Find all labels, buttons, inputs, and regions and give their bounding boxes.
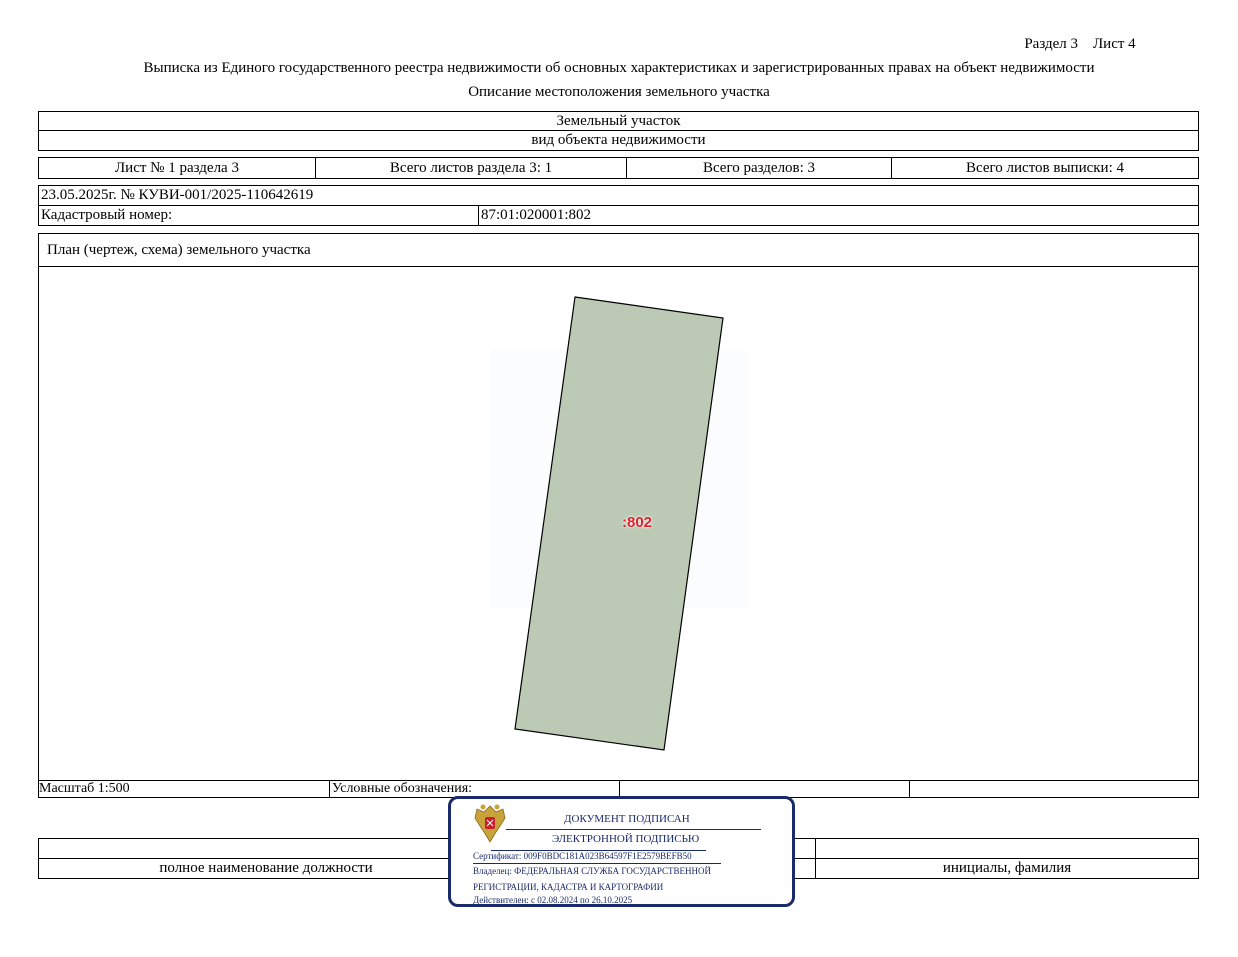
legend-cell-empty-1 (619, 781, 909, 797)
cadastral-row: Кадастровый номер: 87:01:020001:802 (38, 205, 1199, 226)
document-title: Выписка из Единого государственного реес… (143, 60, 1095, 76)
total-section-sheets: Всего листов раздела 3: 1 (315, 158, 626, 178)
total-sections: Всего разделов: 3 (626, 158, 891, 178)
document-subtitle: Описание местоположения земельного участ… (468, 84, 770, 100)
plan-frame: План (чертеж, схема) земельного участка (38, 233, 1199, 781)
record-number-row: 23.05.2025г. № КУВИ-001/2025-110642619 (38, 185, 1199, 206)
object-type-row: Земельный участок (38, 111, 1199, 131)
electronic-signature-stamp: ДОКУМЕНТ ПОДПИСАН ЭЛЕКТРОННОЙ ПОДПИСЬЮ С… (448, 796, 795, 907)
stamp-underline-1 (506, 829, 761, 830)
cadastral-label: Кадастровый номер: (41, 207, 173, 223)
stamp-underline-3 (473, 863, 721, 864)
name-caption: инициалы, фамилия (815, 859, 1198, 878)
section-sheet-label: Раздел 3 Лист 4 (1024, 36, 1136, 52)
stamp-certificate: Сертификат: 009F0BDC181A023B64597F1E2579… (473, 851, 692, 861)
signature-position-cell (39, 839, 449, 858)
object-type: Земельный участок (556, 112, 681, 129)
parcel-label: :802 (621, 514, 653, 531)
legend-label: Условные обозначения: (329, 781, 619, 797)
plan-heading: План (чертеж, схема) земельного участка (47, 242, 311, 258)
cadastral-value: 87:01:020001:802 (478, 206, 1198, 225)
object-type-caption-row: вид объекта недвижимости (38, 130, 1199, 151)
object-type-caption: вид объекта недвижимости (531, 132, 706, 148)
stamp-line-1: ДОКУМЕНТ ПОДПИСАН (564, 813, 690, 825)
record-date-number: 23.05.2025г. № КУВИ-001/2025-110642619 (41, 187, 314, 203)
sheets-row: Лист № 1 раздела 3 Всего листов раздела … (38, 157, 1199, 179)
stamp-line-2: ЭЛЕКТРОННОЙ ПОДПИСЬЮ (552, 833, 700, 845)
signature-name-cell (815, 839, 1198, 858)
stamp-owner-1: Владелец: ФЕДЕРАЛЬНАЯ СЛУЖБА ГОСУДАРСТВЕ… (473, 866, 712, 876)
position-caption: полное наименование должности (159, 860, 373, 876)
stamp-owner-2: РЕГИСТРАЦИИ, КАДАСТРА И КАРТОГРАФИИ (473, 882, 664, 892)
russian-coat-of-arms-icon (474, 804, 506, 843)
sheet-of-section: Лист № 1 раздела 3 (115, 159, 239, 176)
scale-label: Масштаб 1:500 (39, 781, 130, 796)
legend-cell-empty-2 (909, 781, 1198, 797)
plan-heading-divider (39, 266, 1198, 267)
stamp-valid: Действителен: с 02.08.2024 по 26.10.2025 (473, 895, 633, 905)
total-extract-sheets: Всего листов выписки: 4 (891, 158, 1198, 178)
